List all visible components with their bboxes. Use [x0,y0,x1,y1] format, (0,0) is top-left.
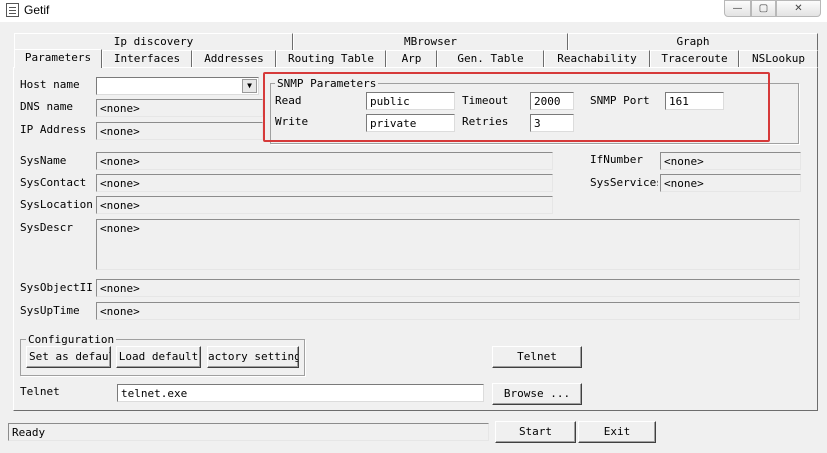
sysdescr-field: <none> [96,219,800,270]
ip-address-field: <none> [96,122,263,140]
tab-arp[interactable]: Arp [386,50,437,67]
tab-parameters[interactable]: Parameters [14,49,102,68]
sysuptime-label: SysUpTime [20,304,80,317]
sysdescr-label: SysDescr [20,221,73,234]
minimize-button[interactable]: — [724,0,751,17]
tab-addresses[interactable]: Addresses [192,50,276,67]
snmp-highlight-box [263,72,770,142]
chevron-down-icon[interactable]: ▼ [242,79,257,93]
browse-button[interactable]: Browse ... [492,383,582,405]
syscontact-field: <none> [96,174,553,192]
host-name-label: Host name [20,78,80,91]
tab-reachability[interactable]: Reachability [544,50,650,67]
tab-routing-table[interactable]: Routing Table [276,50,386,67]
close-button[interactable]: ✕ [776,0,821,17]
ifnumber-field: <none> [660,152,801,170]
sysname-label: SysName [20,154,67,167]
load-default-button[interactable]: Load default [116,346,201,368]
telnet-path-input[interactable]: telnet.exe [117,384,484,402]
sysservices-field: <none> [660,174,801,192]
ip-address-label: IP Address [20,123,87,136]
sysobjectid-field: <none> [96,279,800,297]
tab-traceroute[interactable]: Traceroute [650,50,739,67]
exit-button[interactable]: Exit [578,421,656,443]
dns-name-field: <none> [96,99,263,117]
app-icon [6,3,19,17]
factory-settings-button[interactable]: actory setting [207,346,299,368]
maximize-button[interactable]: ▢ [751,0,776,17]
set-as-default-button[interactable]: Set as default [26,346,111,368]
tab-gen-table[interactable]: Gen. Table [437,50,544,67]
telnet-label: Telnet [20,385,60,398]
title-bar: Getif — ▢ ✕ [0,0,827,22]
host-name-combo[interactable]: ▼ [96,77,259,95]
configuration-title: Configuration [26,333,117,346]
telnet-button[interactable]: Telnet [492,346,582,368]
start-button[interactable]: Start [495,421,576,443]
ifnumber-label: IfNumber [590,153,643,166]
tab-graph[interactable]: Graph [568,33,818,50]
tab-nslookup[interactable]: NSLookup [739,50,818,67]
syscontact-label: SysContact [20,176,87,189]
syslocation-label: SysLocation [20,198,93,211]
sysuptime-field: <none> [96,302,800,320]
sysobjectid-label: SysObjectII [20,281,93,294]
status-bar: Ready [8,423,489,441]
tab-ip-discovery[interactable]: Ip discovery [14,33,293,50]
tab-mbrowser[interactable]: MBrowser [293,33,568,50]
dns-name-label: DNS name [20,100,73,113]
window-title: Getif [24,3,50,17]
tab-interfaces[interactable]: Interfaces [102,50,192,67]
getif-window: Getif — ▢ ✕ Ip discovery MBrowser Graph … [0,0,827,453]
syslocation-field: <none> [96,196,553,214]
sysname-field: <none> [96,152,553,170]
sysservices-label: SysServices [590,176,658,189]
